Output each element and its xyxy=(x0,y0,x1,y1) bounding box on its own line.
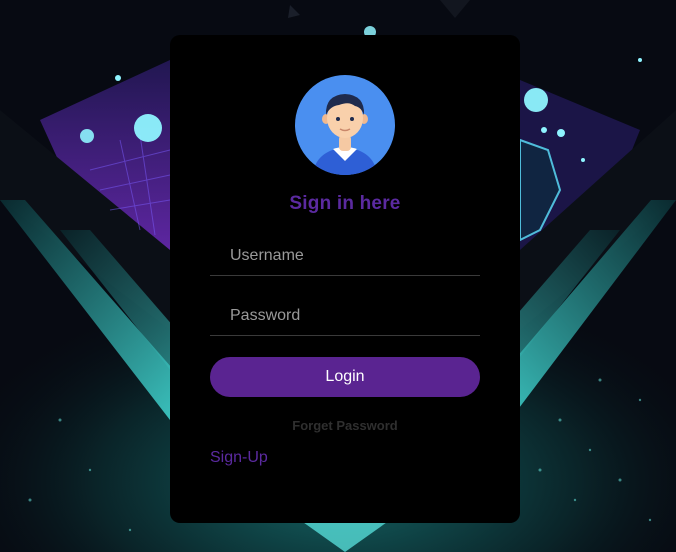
signup-link[interactable]: Sign-Up xyxy=(210,449,268,467)
username-input[interactable] xyxy=(210,236,480,276)
sign-in-title: Sign in here xyxy=(289,193,401,214)
login-card: Sign in here Login Forget Password Sign-… xyxy=(170,35,520,523)
login-button[interactable]: Login xyxy=(210,357,480,397)
login-page: Sign in here Login Forget Password Sign-… xyxy=(0,0,676,552)
password-input[interactable] xyxy=(210,296,480,336)
user-avatar-icon xyxy=(295,75,395,175)
forget-password-link[interactable]: Forget Password xyxy=(170,418,520,433)
